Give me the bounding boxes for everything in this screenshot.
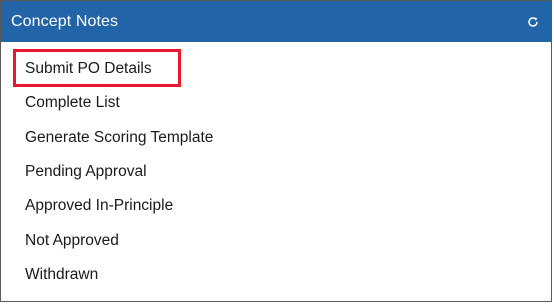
menu-item-approved-in-principle[interactable]: Approved In-Principle	[1, 189, 551, 223]
concept-notes-panel: Concept Notes Submit PO Details Complete…	[0, 0, 552, 302]
menu-item-pending-approval[interactable]: Pending Approval	[1, 155, 551, 189]
menu-item-label: Complete List	[25, 94, 120, 112]
panel-title: Concept Notes	[11, 12, 119, 30]
menu-item-complete-list[interactable]: Complete List	[1, 86, 551, 120]
menu-item-label: Submit PO Details	[25, 60, 152, 78]
menu-item-label: Withdrawn	[25, 265, 99, 283]
menu-item-not-approved[interactable]: Not Approved	[1, 223, 551, 257]
concept-notes-menu: Submit PO Details Complete List Generate…	[1, 49, 551, 292]
menu-item-label: Approved In-Principle	[25, 197, 174, 215]
refresh-icon[interactable]	[525, 14, 541, 30]
menu-item-submit-po-details[interactable]: Submit PO Details	[1, 49, 551, 87]
menu-item-label: Pending Approval	[25, 163, 147, 181]
panel-header: Concept Notes	[1, 1, 551, 42]
menu-item-label: Generate Scoring Template	[25, 128, 214, 146]
menu-item-generate-scoring-template[interactable]: Generate Scoring Template	[1, 121, 551, 155]
menu-item-label: Not Approved	[25, 231, 119, 249]
menu-item-withdrawn[interactable]: Withdrawn	[1, 258, 551, 292]
